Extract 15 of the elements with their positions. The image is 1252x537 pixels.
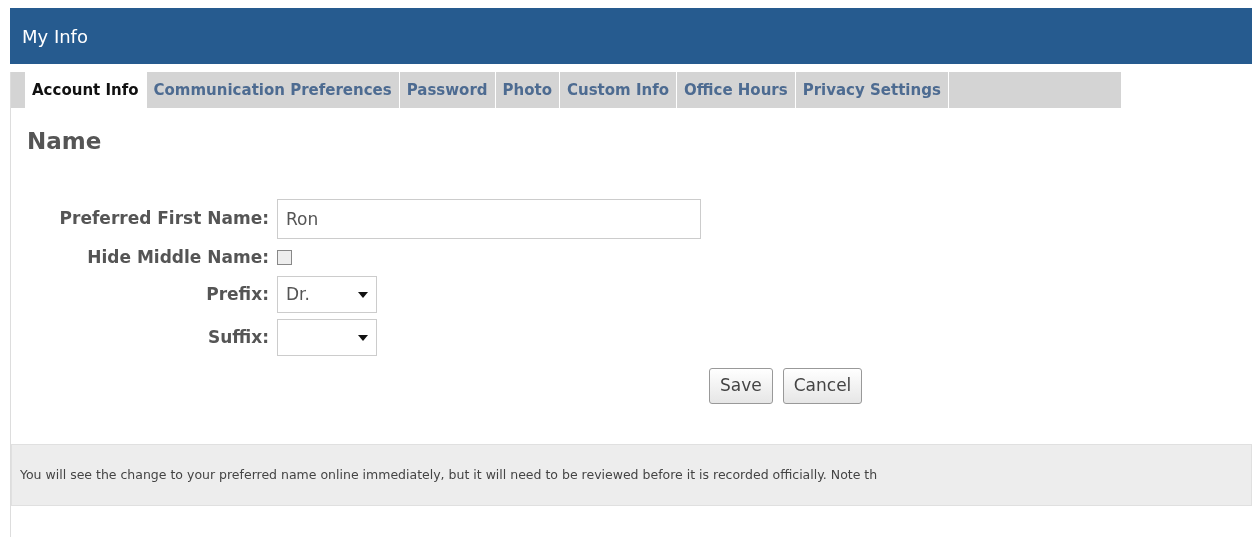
notice-text: You will see the change to your preferred name online immediately, but it will need to be reviewed before it is recorded officially. Note th <box>20 465 878 484</box>
caret-icon <box>358 334 368 341</box>
form-button[interactable]: Cancel <box>782 368 863 404</box>
section-heading: Name <box>27 127 103 156</box>
caret-icon <box>358 291 368 298</box>
field-label: Prefix: <box>205 282 270 306</box>
dropdown[interactable]: Dr. <box>277 276 377 313</box>
first-name-field[interactable]: Ron <box>277 198 701 239</box>
page-title: My Info <box>22 24 88 49</box>
tab[interactable]: Account Info <box>25 72 147 108</box>
field-label: Suffix: <box>206 325 270 349</box>
form-button[interactable]: Save <box>709 368 773 404</box>
field-label: Hide Middle Name: <box>86 245 270 269</box>
checkbox[interactable] <box>277 249 292 265</box>
field-label: Preferred First Name: <box>58 206 270 230</box>
